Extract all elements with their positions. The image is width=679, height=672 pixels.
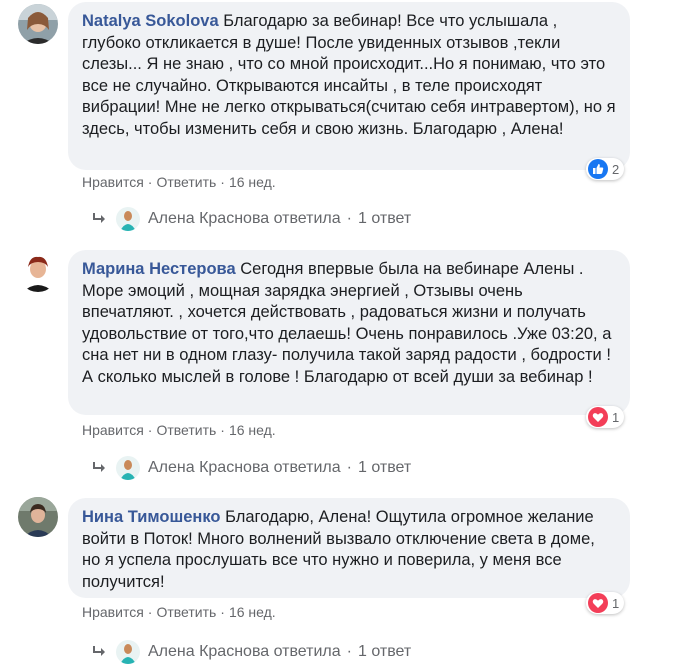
heart-icon — [588, 593, 608, 613]
comment-actions: Нравится · Ответить · 16 нед. — [82, 174, 276, 190]
like-link[interactable]: Нравится — [82, 174, 144, 190]
reaction-badge[interactable]: 1 — [586, 406, 625, 428]
reply-arrow-icon — [93, 462, 105, 472]
comment-actions: Нравится · Ответить · 16 нед. — [82, 422, 276, 438]
avatar — [116, 456, 140, 480]
comment-bubble: Нина Тимошенко Благодарю, Алена! Ощутила… — [68, 498, 630, 598]
replies-link[interactable]: Алена Краснова ответила · 1 ответ — [92, 456, 411, 480]
avatar[interactable] — [18, 497, 58, 537]
reply-count: 1 ответ — [358, 643, 412, 660]
heart-icon — [588, 407, 608, 427]
reaction-badge[interactable]: 2 — [586, 158, 625, 180]
reply-arrow-icon — [93, 213, 105, 223]
reply-link[interactable]: Ответить — [156, 422, 216, 438]
reply-author: Алена Краснова ответила — [148, 643, 341, 660]
comment-text: Сегодня впервые была на вебинаре Алены .… — [82, 260, 612, 386]
timestamp[interactable]: 16 нед. — [229, 174, 276, 190]
like-link[interactable]: Нравится — [82, 604, 144, 620]
reaction-count: 1 — [612, 409, 620, 425]
comment-bubble: Марина Нестерова Сегодня впервые была на… — [68, 250, 630, 415]
avatar — [116, 207, 140, 231]
reply-link[interactable]: Ответить — [156, 604, 216, 620]
comment-bubble: Natalya Sokolova Благодарю за вебинар! В… — [68, 2, 630, 170]
reply-arrow-icon — [93, 646, 105, 656]
reply-link[interactable]: Ответить — [156, 174, 216, 190]
comment-text: Благодарю за вебинар! Все что услышала ,… — [82, 12, 616, 138]
like-link[interactable]: Нравится — [82, 422, 144, 438]
reply-author: Алена Краснова ответила — [148, 459, 341, 476]
reaction-count: 1 — [612, 595, 620, 611]
reply-count: 1 ответ — [358, 459, 412, 476]
like-icon — [588, 159, 608, 179]
avatar[interactable] — [18, 252, 58, 292]
replies-link[interactable]: Алена Краснова ответила · 1 ответ — [92, 207, 411, 231]
avatar[interactable] — [18, 4, 58, 44]
reply-author: Алена Краснова ответила — [148, 210, 341, 227]
avatar — [116, 640, 140, 664]
comment-author[interactable]: Нина Тимошенко — [82, 508, 220, 526]
reaction-badge[interactable]: 1 — [586, 592, 625, 614]
reaction-count: 2 — [612, 161, 620, 177]
replies-link[interactable]: Алена Краснова ответила · 1 ответ — [92, 640, 411, 664]
timestamp[interactable]: 16 нед. — [229, 422, 276, 438]
comment-author[interactable]: Марина Нестерова — [82, 260, 236, 278]
comment-actions: Нравится · Ответить · 16 нед. — [82, 604, 276, 620]
timestamp[interactable]: 16 нед. — [229, 604, 276, 620]
comment-author[interactable]: Natalya Sokolova — [82, 12, 219, 30]
reply-count: 1 ответ — [358, 210, 412, 227]
